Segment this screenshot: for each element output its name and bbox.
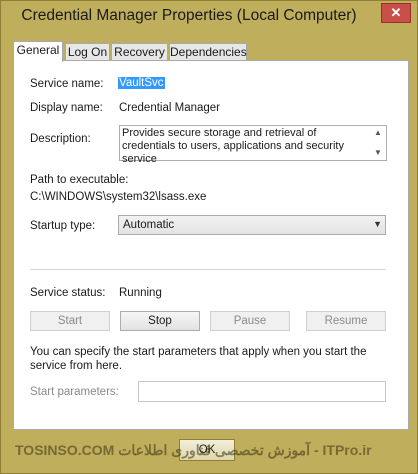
window-title: Credential Manager Properties (Local Com… xyxy=(21,7,357,24)
chevron-down-icon: ▼ xyxy=(373,219,382,229)
service-name-label: Service name: xyxy=(30,78,104,90)
path-value[interactable]: C:\WINDOWS\system32\lsass.exe xyxy=(30,191,206,203)
tab-dependencies[interactable]: Dependencies xyxy=(169,43,247,61)
pause-button[interactable]: Pause xyxy=(210,311,290,331)
display-name-label: Display name: xyxy=(30,102,103,114)
watermark: TOSINSO.COM آموزش تخصصی فناوری اطلاعات -… xyxy=(15,442,372,458)
title-bar[interactable]: Credential Manager Properties (Local Com… xyxy=(1,1,417,35)
path-label: Path to executable: xyxy=(30,174,129,186)
general-tab-panel: Service name: VaultSvc Display name: Cre… xyxy=(13,60,409,430)
tab-recovery[interactable]: Recovery xyxy=(111,43,168,61)
description-text: Provides secure storage and retrieval of… xyxy=(122,127,344,165)
startup-type-value: Automatic xyxy=(123,219,175,231)
start-params-label: Start parameters: xyxy=(30,386,119,398)
start-params-info: You can specify the start parameters tha… xyxy=(30,346,367,372)
description-label: Description: xyxy=(30,133,91,145)
scroll-down-icon[interactable]: ▼ xyxy=(372,147,384,159)
description-field[interactable]: Provides secure storage and retrieval of… xyxy=(119,125,387,165)
service-status-label: Service status: xyxy=(30,287,106,299)
stop-button[interactable]: Stop xyxy=(120,311,200,331)
properties-window: Credential Manager Properties (Local Com… xyxy=(0,0,418,474)
resume-button[interactable]: Resume xyxy=(306,311,386,331)
startup-type-select[interactable]: Automatic ▼ xyxy=(118,215,386,235)
scroll-up-icon[interactable]: ▲ xyxy=(372,127,384,139)
startup-type-label: Startup type: xyxy=(30,220,96,232)
start-params-input[interactable] xyxy=(138,381,386,402)
service-name-value[interactable]: VaultSvc xyxy=(118,77,165,89)
close-button[interactable]: ✕ xyxy=(381,3,411,23)
description-scrollbar[interactable]: ▲ ▼ xyxy=(371,127,385,159)
display-name-value[interactable]: Credential Manager xyxy=(119,102,220,114)
close-icon: ✕ xyxy=(390,5,402,20)
service-status-value: Running xyxy=(119,287,162,299)
separator xyxy=(30,269,386,270)
tab-log-on[interactable]: Log On xyxy=(65,43,110,61)
start-button[interactable]: Start xyxy=(30,311,110,331)
tab-general[interactable]: General xyxy=(13,41,63,62)
